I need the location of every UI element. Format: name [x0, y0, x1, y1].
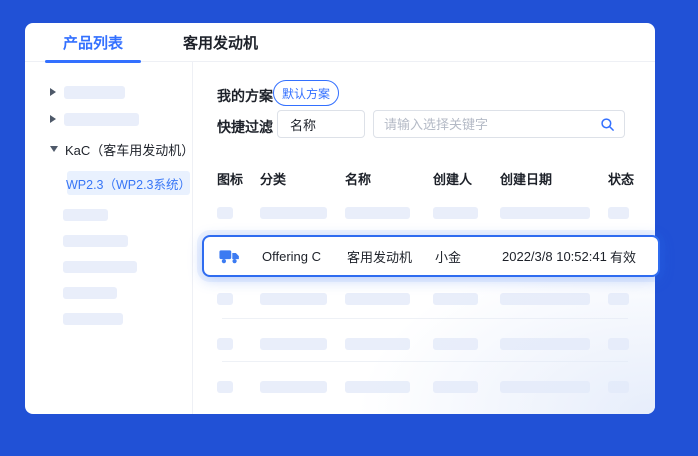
skeleton-bar [433, 381, 478, 393]
filter-field-select[interactable] [277, 110, 365, 138]
table-row-skeleton [217, 292, 641, 305]
skeleton-bar [260, 338, 327, 350]
my-plan-label: 我的方案 [217, 88, 273, 104]
truck-icon [219, 248, 262, 265]
col-header-name: 名称 [345, 172, 372, 187]
caret-right-icon [50, 88, 56, 96]
tree-item-wp23-selected[interactable]: WP2.3（WP2.3系统） [65, 171, 192, 195]
skeleton-bar [345, 338, 410, 350]
skeleton-bar [608, 381, 629, 393]
main-content: 我的方案 默认方案 快捷过滤 图标 分类 名称 创建人 创建日期 状态 [193, 62, 660, 414]
tab-product-list[interactable]: 产品列表 [45, 23, 142, 63]
skeleton-bar [217, 293, 233, 305]
tree-item-kac[interactable]: KaC（客车用发动机） [50, 141, 195, 158]
row-category: Offering C [262, 248, 322, 264]
tab-passenger-engine-label: 客用发动机 [183, 34, 259, 52]
tree-item-wp23-label: WP2.3（WP2.3系统） [65, 177, 192, 192]
skeleton-bar [63, 235, 128, 247]
skeleton-bar [63, 209, 108, 221]
caret-down-icon [50, 146, 58, 152]
tab-passenger-engine[interactable]: 客用发动机 [165, 23, 276, 62]
default-plan-button[interactable]: 默认方案 [273, 80, 339, 106]
app-window: 产品列表 客用发动机 KaC（客车用发动机） WP2.3（WP2.3系统） 我的… [25, 23, 660, 414]
sidebar-tree: KaC（客车用发动机） WP2.3（WP2.3系统） [25, 62, 195, 414]
row-name: 客用发动机 [347, 249, 413, 265]
row-created-date: 2022/3/8 10:52:41 [502, 248, 607, 264]
skeleton-bar [608, 338, 629, 350]
skeleton-bar [433, 338, 478, 350]
skeleton-bar [500, 207, 590, 219]
skeleton-bar [63, 287, 117, 299]
skeleton-bar [217, 381, 233, 393]
page-background: 产品列表 客用发动机 KaC（客车用发动机） WP2.3（WP2.3系统） 我的… [0, 0, 698, 456]
table-row-skeleton [217, 206, 641, 219]
col-header-status: 状态 [608, 172, 635, 187]
table-header-row: 图标 分类 名称 创建人 创建日期 状态 [217, 169, 641, 187]
skeleton-bar [63, 261, 137, 273]
skeleton-bar [260, 381, 327, 393]
skeleton-bar [217, 207, 233, 219]
skeleton-bar [608, 293, 629, 305]
skeleton-bar [64, 85, 125, 99]
tree-item-kac-label: KaC（客车用发动机） [65, 142, 195, 158]
skeleton-bar [260, 207, 327, 219]
col-header-created-date: 创建日期 [500, 172, 553, 187]
skeleton-bar [63, 313, 123, 325]
skeleton-bar [608, 207, 629, 219]
keyword-search-box [373, 110, 625, 138]
skeleton-bar [500, 338, 590, 350]
col-header-icon: 图标 [217, 172, 244, 187]
search-icon[interactable] [600, 117, 615, 132]
skeleton-bar [433, 293, 478, 305]
row-creator: 小金 [435, 249, 462, 265]
col-header-creator: 创建人 [433, 172, 473, 187]
tab-product-list-label: 产品列表 [63, 34, 124, 52]
row-divider [222, 318, 628, 319]
tab-bar: 产品列表 客用发动机 [25, 23, 655, 63]
table-row-skeleton [217, 337, 641, 350]
tree-item-placeholder-2[interactable] [50, 111, 192, 127]
skeleton-bar [500, 381, 590, 393]
skeleton-bar [217, 338, 233, 350]
skeleton-bar [260, 293, 327, 305]
row-status: 有效 [610, 249, 637, 265]
skeleton-bar [345, 381, 410, 393]
skeleton-bar [433, 207, 478, 219]
quick-filter-label: 快捷过滤 [217, 119, 273, 135]
keyword-search-input[interactable] [374, 116, 600, 132]
skeleton-bar [500, 293, 590, 305]
caret-right-icon [50, 115, 56, 123]
skeleton-bar [64, 112, 139, 126]
skeleton-bar [345, 207, 410, 219]
row-divider [222, 361, 628, 362]
table-row-skeleton [217, 380, 641, 393]
col-header-category: 分类 [260, 172, 287, 187]
tree-item-placeholder-1[interactable] [50, 84, 192, 100]
table-row-highlighted[interactable]: Offering C 客用发动机 小金 2022/3/8 10:52:41 有效 [202, 235, 660, 277]
skeleton-bar [345, 293, 410, 305]
